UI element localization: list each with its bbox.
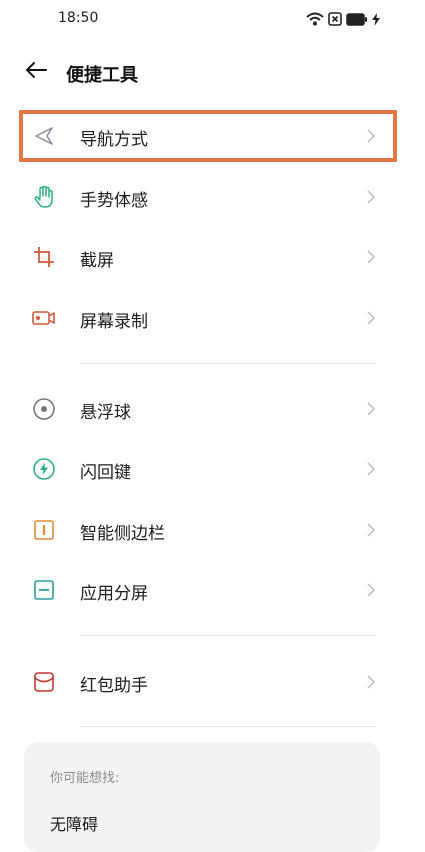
smart-sidebar-icon [32,518,56,542]
sim-x-icon [328,11,342,30]
menu-item-gesture[interactable]: 手势体感 [0,169,425,225]
menu-item-red-envelope[interactable]: 红包助手 [0,654,425,710]
charging-icon [372,11,380,30]
menu-label: 智能侧边栏 [80,524,165,544]
chevron-right-icon [364,248,378,266]
menu-item-screen-record[interactable]: 屏幕录制 [0,290,425,346]
menu-item-screenshot[interactable]: 截屏 [0,229,425,285]
divider [80,635,376,636]
divider [80,726,376,727]
divider [80,363,376,364]
menu-label: 红包助手 [80,676,148,696]
menu-item-flashback-key[interactable]: 闪回键 [0,441,425,497]
menu-item-floating-ball[interactable]: 悬浮球 [0,381,425,437]
suggestion-card: 你可能想找: 无障碍 [24,742,380,852]
crop-screenshot-icon [32,245,56,269]
menu-item-split-screen[interactable]: 应用分屏 [0,562,425,618]
status-bar: 18:50 [0,0,425,36]
chevron-right-icon [364,460,378,478]
suggestion-caption: 你可能想找: [50,771,120,786]
highlight-box [19,110,397,162]
suggestion-item-accessibility[interactable]: 无障碍 [50,811,98,835]
hand-gesture-icon [32,185,56,209]
menu-label: 应用分屏 [80,584,148,604]
menu-label: 手势体感 [80,191,148,211]
wifi-icon [306,11,324,30]
menu-label: 屏幕录制 [80,312,148,332]
chevron-right-icon [364,309,378,327]
floating-ball-icon [32,397,56,421]
back-arrow-icon [24,61,48,83]
flashback-key-icon [32,457,56,481]
chevron-right-icon [364,521,378,539]
chevron-right-icon [364,400,378,418]
status-time: 18:50 [58,10,99,26]
back-button[interactable] [22,60,50,84]
screen-record-icon [32,306,56,330]
menu-item-smart-sidebar[interactable]: 智能侧边栏 [0,502,425,558]
status-icons [306,11,380,30]
chevron-right-icon [364,581,378,599]
red-envelope-icon [32,670,56,694]
chevron-right-icon [364,673,378,691]
page-title: 便捷工具 [66,65,138,86]
header: 便捷工具 [0,52,425,92]
menu-label: 闪回键 [80,463,131,483]
menu-label: 悬浮球 [80,403,131,423]
chevron-right-icon [364,188,378,206]
battery-icon [346,11,368,30]
menu-label: 截屏 [80,251,114,271]
split-screen-icon [32,578,56,602]
